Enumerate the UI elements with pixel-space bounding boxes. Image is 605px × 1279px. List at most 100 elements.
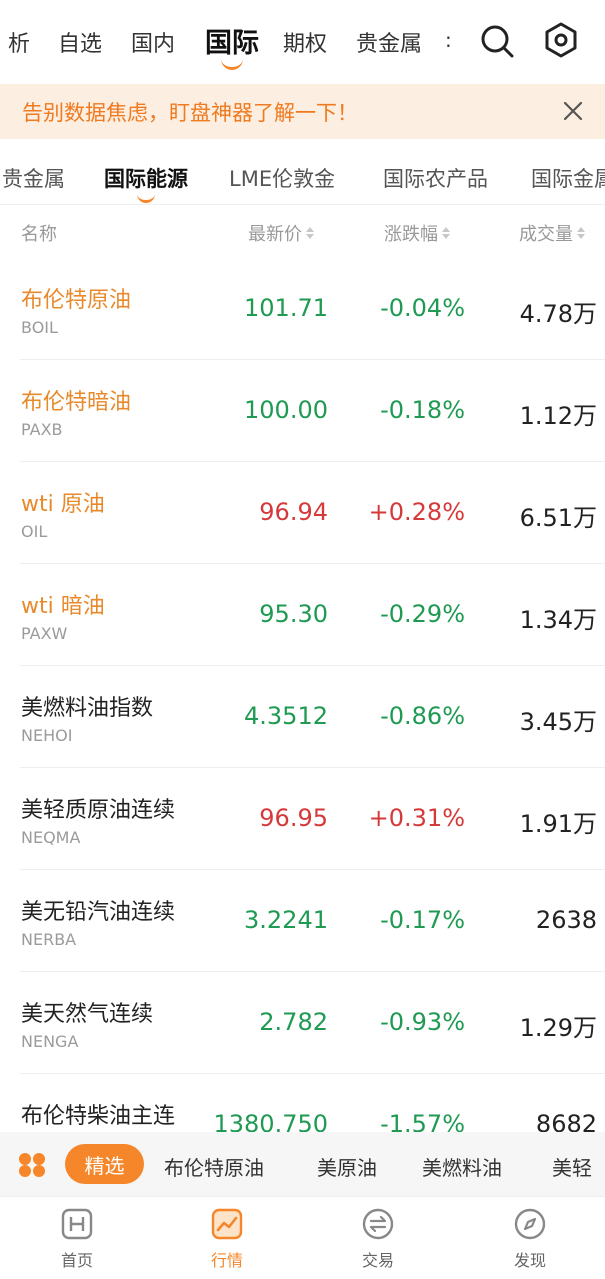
tab-watchlist[interactable]: 自选: [58, 26, 102, 58]
sub-tabs: 贵金属 国际能源 LME伦敦金 国际农产品 国际金属: [0, 139, 605, 205]
instrument-code: NEHOI: [21, 726, 73, 745]
tab-options[interactable]: 期权: [283, 26, 327, 58]
volume: 8682: [535, 1110, 597, 1132]
subtab-precious-metals[interactable]: 贵金属: [2, 163, 65, 193]
featured-pill[interactable]: 精选: [65, 1144, 144, 1184]
table-row[interactable]: 美无铅汽油连续 NERBA 3.2241 -0.17% 2638: [0, 870, 605, 972]
quote-list: 布伦特原油 BOIL 101.71 -0.04% 4.78万 布伦特暗油 PAX…: [0, 258, 605, 1132]
change-percent: -0.18%: [380, 396, 465, 424]
search-icon[interactable]: [478, 22, 516, 60]
table-row[interactable]: 美燃料油指数 NEHOI 4.3512 -0.86% 3.45万: [0, 666, 605, 768]
header-change-sort[interactable]: 涨跌幅: [384, 220, 450, 246]
header-price-sort[interactable]: 最新价: [248, 220, 314, 246]
latest-price: 101.71: [244, 294, 328, 322]
latest-price: 95.30: [259, 600, 328, 628]
instrument-name: 美燃料油指数: [21, 696, 154, 721]
latest-price: 1380.750: [213, 1110, 328, 1132]
settings-icon[interactable]: [541, 20, 581, 60]
tab-analysis[interactable]: 析: [8, 26, 30, 58]
table-row[interactable]: wti 暗油 PAXW 95.30 -0.29% 1.34万: [0, 564, 605, 666]
change-percent: -0.93%: [380, 1008, 465, 1036]
table-row[interactable]: 布伦特暗油 PAXB 100.00 -0.18% 1.12万: [0, 360, 605, 462]
tab-international[interactable]: 国际: [205, 21, 259, 70]
volume: 1.12万: [519, 402, 597, 430]
tab-precious-metals[interactable]: 贵金属: [356, 26, 422, 58]
chart-icon: [187, 1205, 267, 1243]
nav-trade-label: 交易: [361, 1251, 394, 1270]
header-volume-sort[interactable]: 成交量: [519, 220, 585, 246]
header-volume-label: 成交量: [519, 224, 573, 245]
instrument-name: 美无铅汽油连续: [21, 900, 176, 925]
quick-item[interactable]: 布伦特原油: [164, 1152, 264, 1181]
volume: 4.78万: [519, 300, 597, 328]
instrument-code: PAXW: [21, 624, 68, 643]
nav-home[interactable]: 首页: [37, 1205, 117, 1271]
change-percent: -0.86%: [380, 702, 465, 730]
change-percent: +0.31%: [368, 804, 465, 832]
table-row[interactable]: wti 原油 OIL 96.94 +0.28% 6.51万: [0, 462, 605, 564]
instrument-name: 布伦特柴油主连: [21, 1104, 176, 1129]
bottom-nav: 首页 行情 交易 发现: [0, 1196, 605, 1279]
subtab-international-agri[interactable]: 国际农产品: [383, 163, 488, 193]
volume: 3.45万: [519, 708, 597, 736]
table-row[interactable]: 美天然气连续 NENGA 2.782 -0.93% 1.29万: [0, 972, 605, 1074]
nav-discover[interactable]: 发现: [490, 1205, 570, 1271]
sort-icon: [577, 227, 585, 239]
instrument-code: OIL: [21, 522, 48, 541]
volume: 1.34万: [519, 606, 597, 634]
quick-item[interactable]: 美燃料油: [422, 1152, 502, 1181]
quick-item[interactable]: 美轻: [552, 1152, 592, 1181]
nav-discover-label: 发现: [513, 1251, 546, 1270]
instrument-code: BOIL: [21, 318, 58, 337]
sort-icon: [442, 227, 450, 239]
banner-text[interactable]: 告别数据焦虑，盯盘神器了解一下！: [22, 97, 358, 127]
volume: 1.29万: [519, 1014, 597, 1042]
header-name: 名称: [21, 224, 57, 245]
exchange-icon: [338, 1205, 418, 1243]
table-header: 名称 最新价 涨跌幅 成交量: [0, 206, 605, 258]
subtab-lme-london-gold[interactable]: LME伦敦金: [229, 163, 335, 193]
instrument-name: wti 原油: [21, 492, 105, 517]
latest-price: 4.3512: [244, 702, 328, 730]
latest-price: 2.782: [259, 1008, 328, 1036]
home-icon: [37, 1205, 117, 1243]
quick-filter-bar: 精选 布伦特原油 美原油 美燃料油 美轻: [0, 1132, 605, 1196]
change-percent: -0.29%: [380, 600, 465, 628]
nav-market[interactable]: 行情: [187, 1205, 267, 1271]
latest-price: 96.94: [259, 498, 328, 526]
instrument-name: wti 暗油: [21, 594, 105, 619]
subtab-international-energy[interactable]: 国际能源: [104, 163, 188, 203]
instrument-name: 布伦特暗油: [21, 390, 132, 415]
nav-market-label: 行情: [210, 1251, 243, 1270]
change-percent: -0.17%: [380, 906, 465, 934]
instrument-name: 美天然气连续: [21, 1002, 154, 1027]
grid-icon[interactable]: [18, 1152, 46, 1182]
latest-price: 96.95: [259, 804, 328, 832]
sort-icon: [306, 227, 314, 239]
table-row[interactable]: 布伦特原油 BOIL 101.71 -0.04% 4.78万: [0, 258, 605, 360]
more-tabs-indicator: :: [445, 28, 452, 52]
change-percent: +0.28%: [368, 498, 465, 526]
quick-item[interactable]: 美原油: [317, 1152, 377, 1181]
volume: 1.91万: [519, 810, 597, 838]
volume: 6.51万: [519, 504, 597, 532]
table-row[interactable]: 美轻质原油连续 NEQMA 96.95 +0.31% 1.91万: [0, 768, 605, 870]
compass-icon: [490, 1205, 570, 1243]
instrument-code: NEQMA: [21, 828, 81, 847]
instrument-code: NENGA: [21, 1032, 79, 1051]
instrument-name: 布伦特原油: [21, 288, 132, 313]
subtab-international-metals[interactable]: 国际金属: [531, 163, 605, 193]
close-icon[interactable]: [559, 97, 587, 129]
instrument-code: NERBA: [21, 930, 77, 949]
volume: 2638: [535, 906, 597, 934]
nav-trade[interactable]: 交易: [338, 1205, 418, 1271]
table-row[interactable]: 布伦特柴油主连 1380.750 -1.57% 8682: [0, 1074, 605, 1132]
promo-banner[interactable]: 告别数据焦虑，盯盘神器了解一下！: [0, 84, 605, 139]
header-change-label: 涨跌幅: [384, 224, 438, 245]
tab-domestic[interactable]: 国内: [131, 26, 175, 58]
latest-price: 100.00: [244, 396, 328, 424]
nav-home-label: 首页: [60, 1251, 93, 1270]
instrument-name: 美轻质原油连续: [21, 798, 176, 823]
header-price-label: 最新价: [248, 224, 302, 245]
latest-price: 3.2241: [244, 906, 328, 934]
